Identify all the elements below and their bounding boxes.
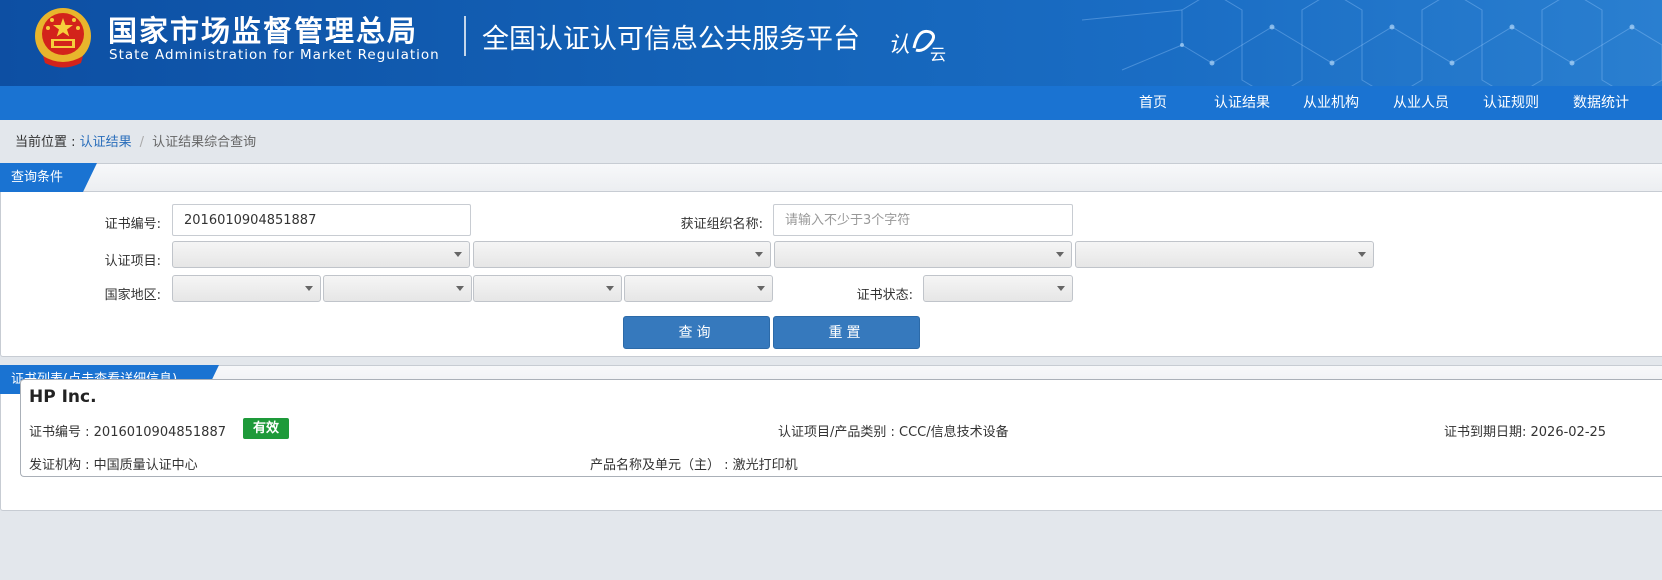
site-header: 国家市场监督管理总局 State Administration for Mark… — [0, 0, 1662, 86]
project-select-4[interactable] — [1075, 241, 1374, 268]
product-label: 产品名称及单元（主） : — [590, 458, 733, 473]
cert-no-label: 证书编号: — [104, 217, 161, 232]
cert-card[interactable]: HP Inc. 证书编号 : 2016010904851887 有效 认证项目/… — [20, 379, 1662, 477]
region-select-3[interactable] — [473, 275, 622, 302]
category-value: CCC/信息技术设备 — [899, 425, 1009, 440]
issuer-value: 中国质量认证中心 — [93, 458, 198, 473]
product-field: 产品名称及单元（主） : 激光打印机 — [590, 454, 798, 473]
project-select-3[interactable] — [774, 241, 1072, 268]
nav-item-cert-results[interactable]: 认证结果 — [1214, 86, 1270, 120]
header-divider — [464, 16, 466, 56]
breadcrumb-link-cert-results[interactable]: 认证结果 — [80, 135, 132, 150]
nav-item-personnel[interactable]: 从业人员 — [1393, 86, 1449, 120]
breadcrumb: 当前位置 : 认证结果 / 认证结果综合查询 — [15, 131, 256, 150]
project-select-1[interactable] — [172, 241, 470, 268]
chevron-down-icon — [757, 286, 765, 291]
chevron-down-icon — [755, 252, 763, 257]
svg-text:认: 认 — [888, 33, 910, 58]
region-select-4[interactable] — [624, 275, 773, 302]
cert-no-field: 证书编号 : 2016010904851887 — [29, 421, 226, 440]
cert-no-value: 2016010904851887 — [93, 425, 226, 440]
query-panel: 查询条件 证书编号: 获证组织名称: 认证项目: 国家地区: 证书状态: 查询 … — [0, 163, 1662, 357]
expiry-label: 证书到期日期: — [1444, 425, 1531, 440]
category-field: 认证项目/产品类别 : CCC/信息技术设备 — [778, 421, 1009, 440]
chevron-down-icon — [606, 286, 614, 291]
chevron-down-icon — [1056, 252, 1064, 257]
chevron-down-icon — [305, 286, 313, 291]
platform-title: 全国认证认可信息公共服务平台 — [482, 24, 860, 55]
expiry-field: 证书到期日期: 2026-02-25 — [1444, 421, 1606, 440]
project-label: 认证项目: — [104, 254, 161, 269]
issuer-label: 发证机构 : — [29, 458, 94, 473]
cert-org-name[interactable]: HP Inc. — [29, 387, 97, 407]
chevron-down-icon — [1358, 252, 1366, 257]
region-select-2[interactable] — [323, 275, 472, 302]
query-panel-header: 查询条件 — [1, 164, 1662, 192]
cert-no-input[interactable] — [172, 204, 471, 236]
product-value: 激光打印机 — [732, 458, 798, 473]
breadcrumb-prefix: 当前位置 : — [15, 135, 80, 150]
breadcrumb-separator: / — [139, 135, 145, 150]
chevron-down-icon — [454, 252, 462, 257]
expiry-value: 2026-02-25 — [1530, 425, 1607, 440]
org-name-label: 获证组织名称: — [680, 217, 763, 232]
query-panel-tab: 查询条件 — [0, 163, 97, 192]
region-select-1[interactable] — [172, 275, 321, 302]
org-name-en: State Administration for Market Regulati… — [109, 47, 440, 63]
project-select-2[interactable] — [473, 241, 771, 268]
nav-item-rules[interactable]: 认证规则 — [1483, 86, 1539, 120]
national-emblem-icon — [35, 8, 91, 68]
nav-item-statistics[interactable]: 数据统计 — [1573, 86, 1629, 120]
org-name-input[interactable] — [773, 204, 1073, 236]
main-nav: 首页 认证结果 从业机构 从业人员 认证规则 数据统计 — [0, 86, 1662, 120]
category-label: 认证项目/产品类别 : — [778, 425, 900, 440]
nav-item-home[interactable]: 首页 — [1139, 86, 1167, 120]
chevron-down-icon — [1057, 286, 1065, 291]
org-name-cn: 国家市场监督管理总局 — [108, 14, 419, 48]
chevron-down-icon — [456, 286, 464, 291]
nav-item-institutions[interactable]: 从业机构 — [1303, 86, 1359, 120]
status-label: 证书状态: — [856, 288, 913, 303]
breadcrumb-current: 认证结果综合查询 — [152, 135, 257, 150]
search-button[interactable]: 查询 — [623, 316, 770, 349]
hexagon-network-background — [1081, 0, 1662, 86]
issuer-field: 发证机构 : 中国质量认证中心 — [29, 454, 198, 473]
cert-no-field-label: 证书编号 : — [29, 425, 94, 440]
brand-logo-icon: 认 云 — [888, 29, 946, 64]
svg-text:云: 云 — [930, 45, 946, 64]
reset-button[interactable]: 重置 — [773, 316, 920, 349]
region-label: 国家地区: — [104, 288, 161, 303]
status-badge: 有效 — [243, 418, 289, 439]
status-select[interactable] — [923, 275, 1073, 302]
